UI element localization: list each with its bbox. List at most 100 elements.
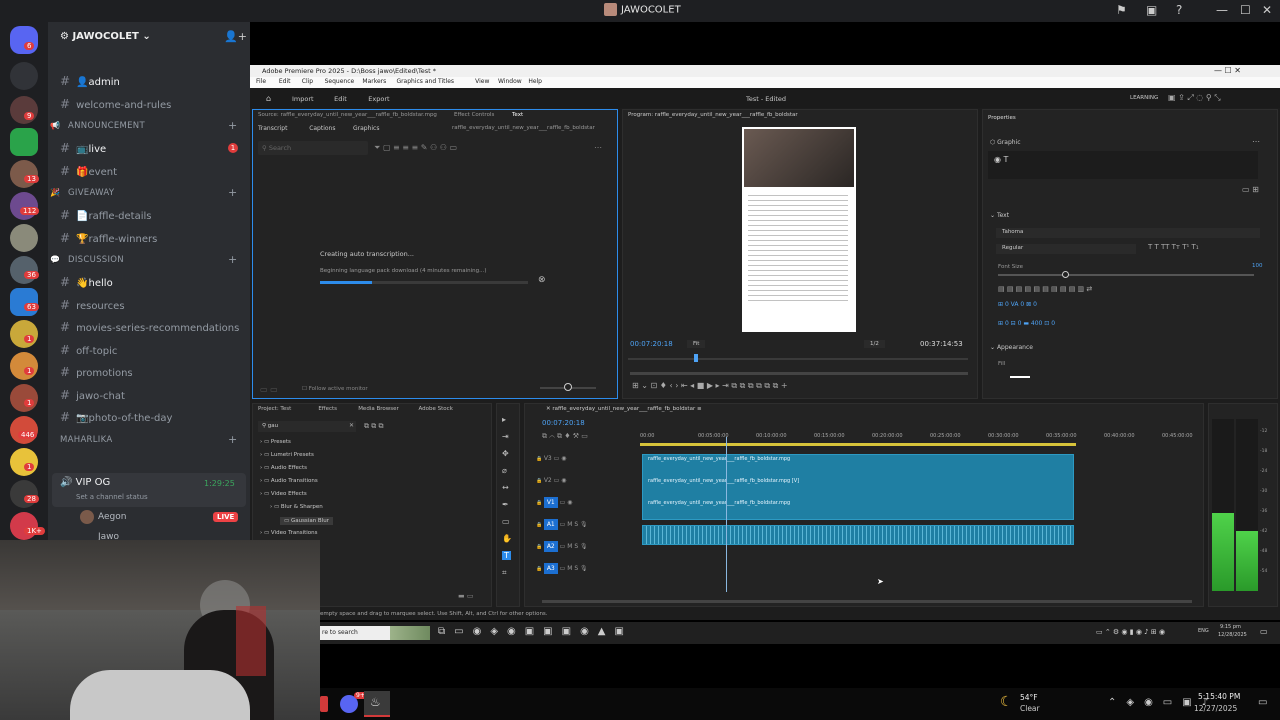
effect-controls-tab[interactable]: Effect Controls xyxy=(454,112,494,118)
menu-markers[interactable]: Markers xyxy=(362,78,386,85)
subtab-graphics[interactable]: Graphics xyxy=(353,125,380,132)
program-tab[interactable]: Program: raffle_everyday_until_new_year_… xyxy=(628,112,798,118)
menu-file[interactable]: File xyxy=(256,78,266,85)
channel-item-raffle-details[interactable]: # 📄raffle-details xyxy=(60,208,152,222)
effects-tree-item[interactable]: › ▭ Lumetri Presets xyxy=(260,452,314,458)
server-icon[interactable] xyxy=(10,62,38,90)
menu-edit[interactable]: Edit xyxy=(279,78,291,85)
channel-item-raffle-winners[interactable]: # 🏆raffle-winners xyxy=(60,231,157,245)
minimize-icon[interactable]: — xyxy=(1216,3,1228,17)
channel-item-live[interactable]: # 📺live xyxy=(60,141,106,155)
menu-window[interactable]: Window xyxy=(498,78,522,85)
workspace-tab-import[interactable]: Import xyxy=(292,95,314,103)
resolution-dropdown[interactable]: 1/2 xyxy=(864,340,885,348)
monitor-controls[interactable]: ⊞ ⌄ ⊡ ♦ ‹ › ⇤ ◂ ■ ▶ ▸ ⇥ ⧉ ⧉ ⧉ ⧉ ⧉ ⧉ + xyxy=(632,381,788,391)
create-channel-icon[interactable]: + xyxy=(228,433,237,446)
tray-icons[interactable]: ▭ ⌃ ⚙ ◉ ▮ ◉ ♪ ⊞ ◉ xyxy=(1096,628,1165,636)
source-tab[interactable]: Source: raffle_everyday_until_new_year__… xyxy=(258,112,437,118)
fit-dropdown[interactable]: Fit xyxy=(687,340,706,348)
leading-values[interactable]: ⊞ 0 ⊟ 0 ▬ 400 ⊡ 0 xyxy=(998,320,1055,327)
text-layer-icon[interactable]: ◉ T xyxy=(994,155,1008,164)
learning-tab[interactable]: LEARNING xyxy=(1130,95,1158,101)
project-tab-project-test[interactable]: Project: Test xyxy=(258,406,291,412)
notification-center-icon[interactable]: ▭ xyxy=(1258,697,1267,708)
lock-icon[interactable]: 🔒 xyxy=(536,522,544,528)
panel-menu-icon[interactable]: ⋯ xyxy=(594,143,602,152)
server-icon[interactable] xyxy=(10,480,38,508)
mute-solo-icons[interactable]: ▭ M S 🎙 xyxy=(558,521,588,528)
channel-category[interactable]: MAHARLIKA xyxy=(60,435,112,445)
workspace-tab-edit[interactable]: Edit xyxy=(334,95,347,103)
zoom-slider-handle[interactable] xyxy=(564,383,572,391)
language-indicator[interactable]: ENG xyxy=(1198,628,1209,634)
channel-item-promotions[interactable]: # promotions xyxy=(60,365,133,379)
effects-filter-icons[interactable]: ⧉ ⧉ ⧉ xyxy=(364,422,383,431)
lock-icon[interactable]: 🔒 xyxy=(536,478,544,484)
discord-home-icon[interactable] xyxy=(10,26,38,54)
add-friend-icon[interactable]: 👤+ xyxy=(224,30,247,43)
lock-icon[interactable]: 🔒 xyxy=(536,544,544,550)
server-icon[interactable] xyxy=(10,352,38,380)
effects-tree-item[interactable]: › ▭ Video Transitions xyxy=(260,530,318,536)
track-header[interactable]: 🔒 A3 ▭ M S 🎙 xyxy=(536,563,588,574)
zoom-bar[interactable] xyxy=(630,372,968,375)
track-header[interactable]: 🔒 V2 ▭ ◉ xyxy=(536,477,566,484)
text-style-buttons[interactable]: T T TT Tт T¹ T₁ xyxy=(1148,243,1199,251)
layer-list[interactable] xyxy=(988,151,1258,179)
menu-clip[interactable]: Clip xyxy=(302,78,313,85)
eye-icon[interactable]: ▭ ◉ xyxy=(558,499,573,506)
panel-menu-icon[interactable]: ⋯ xyxy=(1252,137,1260,146)
server-icon[interactable] xyxy=(10,128,38,156)
tracking-values[interactable]: ⊞ 0 VA 0 ⊠ 0 xyxy=(998,301,1037,308)
eye-icon[interactable]: ▭ ◉ xyxy=(552,455,567,462)
subtab-captions[interactable]: Captions xyxy=(309,125,335,132)
track-header[interactable]: 🔒 V3 ▭ ◉ xyxy=(536,455,566,462)
project-tab-media-browser[interactable]: Media Browser xyxy=(358,406,399,412)
effects-tree-item[interactable]: › ▭ Blur & Sharpen xyxy=(270,504,323,510)
follow-monitor-checkbox[interactable]: ☐ Follow active monitor xyxy=(302,386,368,392)
server-icon[interactable] xyxy=(10,384,38,412)
effects-tree-item[interactable]: ▭ Gaussian Blur xyxy=(280,517,333,525)
layer-actions[interactable]: ▭ ⊞ xyxy=(1242,185,1259,194)
taskbar-apps[interactable]: ⧉▭◉◈◉▣▣▣◉▲▣ xyxy=(438,626,633,637)
effects-tree-item[interactable]: › ▭ Audio Effects xyxy=(260,465,307,471)
channel-item-movies-series-recommendations[interactable]: # movies-series-recommendations xyxy=(60,320,239,334)
lock-icon[interactable]: 🔒 xyxy=(536,456,544,462)
notification-icon[interactable]: ▭ xyxy=(1260,627,1268,636)
effects-tree-item[interactable]: › ▭ Audio Transitions xyxy=(260,478,318,484)
text-tab[interactable]: Text xyxy=(512,112,523,118)
effects-tree-item[interactable]: › ▭ Presets xyxy=(260,439,291,445)
cancel-icon[interactable]: ⊗ xyxy=(538,275,546,285)
workspace-tab-export[interactable]: Export xyxy=(368,95,389,103)
server-icon[interactable] xyxy=(10,416,38,444)
font-size-slider[interactable] xyxy=(998,274,1254,276)
project-tab-effects[interactable]: Effects xyxy=(318,406,337,412)
mute-solo-icons[interactable]: ▭ M S 🎙 xyxy=(558,543,588,550)
effects-tree-item[interactable]: › ▭ Video Effects xyxy=(260,491,307,497)
mute-solo-icons[interactable]: ▭ M S 🎙 xyxy=(558,565,588,572)
channel-item-welcome-and-rules[interactable]: # welcome-and-rules xyxy=(60,97,171,111)
server-icon[interactable] xyxy=(10,320,38,348)
guild-header[interactable]: ⚙ JAWOCOLET ⌄ xyxy=(60,31,151,42)
voice-member-name[interactable]: Aegon xyxy=(98,512,126,522)
filter-icon[interactable]: ⏷ ▢ ≡ ≡ ≡ ✎ ⚇ ⚇ ▭ xyxy=(374,143,457,153)
header-icons[interactable]: ▣ ⇪ ⤢ ◌ ⚲ ⤡ xyxy=(1168,93,1221,103)
menu-help[interactable]: Help xyxy=(528,78,542,85)
caption-icons[interactable]: ▭ ▭ xyxy=(260,385,278,394)
timeline-playhead[interactable] xyxy=(726,437,727,592)
channel-status[interactable]: Set a channel status xyxy=(76,493,148,501)
channel-item-photo-of-the-day[interactable]: # 📷photo-of-the-day xyxy=(60,410,172,424)
window-icon[interactable]: ▣ xyxy=(1146,3,1157,17)
track-header[interactable]: 🔒 A1 ▭ M S 🎙 xyxy=(536,519,588,530)
create-channel-icon[interactable]: + xyxy=(228,119,237,132)
fill-swatch[interactable] xyxy=(1010,376,1030,378)
menu-view[interactable]: View xyxy=(475,78,489,85)
help-icon[interactable]: ? xyxy=(1176,3,1182,17)
project-tab-adobe-stock[interactable]: Adobe Stock xyxy=(419,406,453,412)
window-controls[interactable]: — ☐ ✕ xyxy=(1214,66,1241,75)
channel-item-off-topic[interactable]: # off-topic xyxy=(60,343,117,357)
weather-temp[interactable]: 54°F xyxy=(1020,693,1038,702)
channel-category[interactable]: DISCUSSION xyxy=(68,255,124,265)
timeline-scrollbar[interactable] xyxy=(542,600,1192,603)
steam-taskbar-icon[interactable]: ♨ xyxy=(364,691,390,717)
